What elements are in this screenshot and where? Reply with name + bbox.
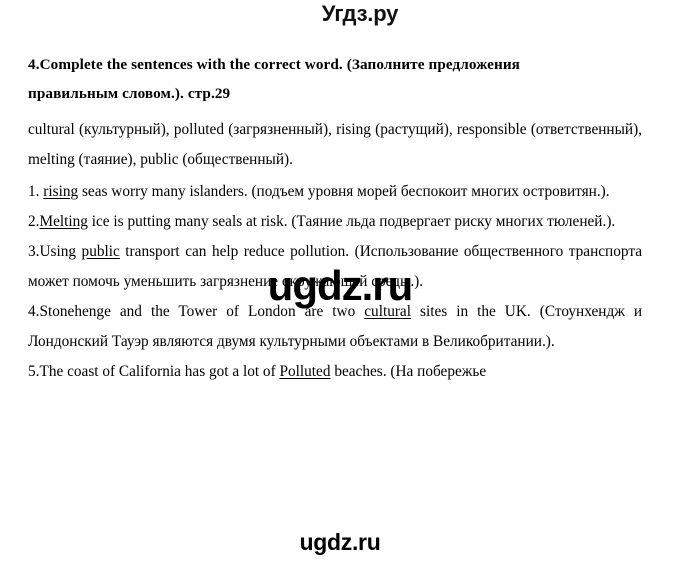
site-logo: Угдз.ру	[321, 1, 399, 26]
exercise-title-line-2: правильным словом.). стр.29	[28, 85, 231, 102]
answer-item-1: 1. rising seas worry many islanders. (по…	[28, 177, 642, 207]
exercise-document: 4.Complete the sentences with the correc…	[28, 50, 642, 387]
answer-after-2: ice is putting many seals at risk. (Таян…	[87, 213, 616, 230]
answer-number-4: 4.	[28, 303, 40, 320]
answer-item-4: 4.Stonehenge and the Tower of London are…	[28, 297, 642, 357]
answer-after-3: transport can help reduce pollution. (Ис…	[28, 243, 642, 290]
answer-word-5: Polluted	[279, 363, 331, 380]
watermark-footer: ugdz.ru	[299, 529, 381, 555]
exercise-title-line-1: 4.Complete the sentences with the correc…	[28, 56, 520, 73]
answer-after-5: beaches. (На побережье	[330, 363, 487, 380]
answer-number-1: 1.	[28, 183, 44, 200]
answer-word-1: rising	[43, 183, 79, 200]
answer-word-2: Melting	[39, 213, 88, 230]
answer-item-2: 2.Melting ice is putting many seals at r…	[28, 207, 642, 237]
answer-word-4: cultural	[364, 303, 411, 320]
answer-before-3: Using	[39, 243, 82, 260]
answer-number-3: 3.	[28, 243, 40, 260]
answer-after-1: seas worry many islanders. (подъем уровн…	[78, 183, 610, 200]
answer-number-2: 2.	[28, 213, 40, 230]
exercise-title: 4.Complete the sentences with the correc…	[28, 50, 642, 108]
word-bank: cultural (культурный), polluted (загрязн…	[28, 121, 642, 168]
answer-item-5: 5.The coast of California has got a lot …	[28, 357, 642, 387]
answer-number-5: 5.	[28, 363, 40, 380]
answer-before-4: Stonehenge and the Tower of London are t…	[39, 303, 365, 320]
answer-word-3: public	[81, 243, 120, 260]
answer-before-5: The coast of California has got a lot of	[39, 363, 280, 380]
answer-item-3: 3.Using public transport can help reduce…	[28, 237, 642, 297]
